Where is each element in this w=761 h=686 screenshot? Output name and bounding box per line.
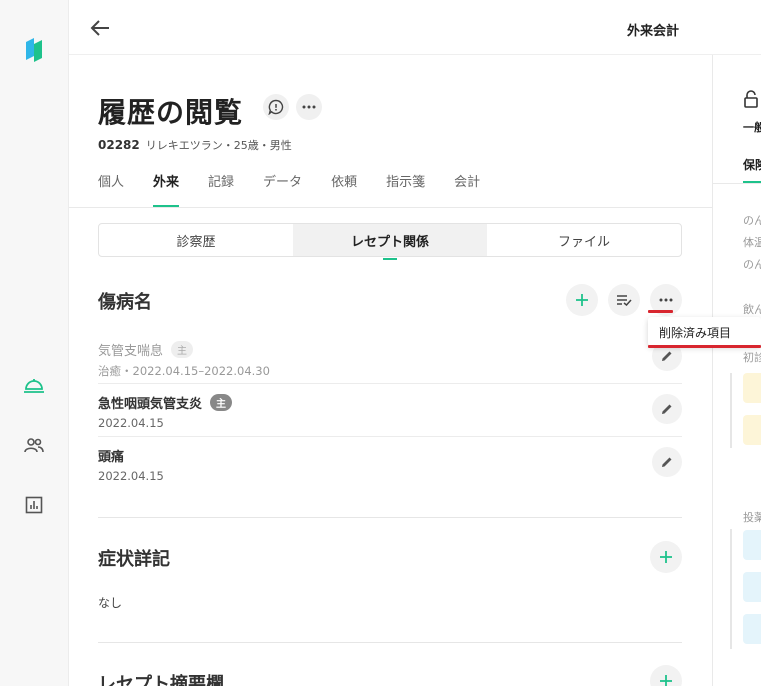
- tab-personal[interactable]: 個人: [98, 171, 124, 207]
- highlight-underline: [648, 310, 673, 313]
- edit-diagnosis-button[interactable]: [652, 394, 682, 424]
- more-horizontal-icon: [302, 105, 316, 109]
- top-bar: 外来会計: [69, 0, 761, 55]
- add-receipt-summary-button[interactable]: [650, 665, 682, 686]
- plus-icon: [660, 551, 672, 563]
- menu-item-deleted-items[interactable]: 削除済み項目: [659, 324, 731, 341]
- segment-receipt[interactable]: レセプト関係: [293, 224, 487, 260]
- diagnosis-row[interactable]: 気管支喘息 主 治癒・2022.04.15–2022.04.30: [98, 331, 682, 384]
- right-panel: 一般 保険 のん 体温 のん 飲ん 初診 投薬: [712, 55, 761, 686]
- diagnosis-more-menu: 削除済み項目: [648, 317, 761, 346]
- primary-badge: 主: [171, 341, 194, 358]
- pencil-icon: [662, 457, 672, 467]
- initial-card[interactable]: [743, 415, 761, 445]
- plus-icon: [660, 675, 672, 686]
- timeline-line: [730, 529, 732, 649]
- diagnosis-name: 気管支喘息 主: [98, 340, 194, 359]
- tab-outpatient[interactable]: 外来: [153, 171, 180, 207]
- timeline-line: [730, 373, 732, 448]
- back-arrow-icon[interactable]: [89, 17, 111, 39]
- tab-instructions[interactable]: 指示箋: [386, 171, 425, 207]
- diagnosis-date: 2022.04.15: [98, 416, 164, 430]
- diagnosis-name: 頭痛: [98, 446, 124, 465]
- medication-card[interactable]: [743, 572, 761, 602]
- header-title: 外来会計: [626, 24, 679, 39]
- diagnosis-date: 治癒・2022.04.15–2022.04.30: [98, 364, 270, 378]
- receipt-summary-title: レセプト摘要欄: [98, 674, 224, 686]
- highlight-underline: [648, 345, 761, 348]
- right-tabs-divider: [713, 183, 761, 184]
- note-line-4: 飲ん: [743, 303, 761, 316]
- tab-insurance[interactable]: 保険: [743, 156, 761, 173]
- diagnosis-name-text: 急性咽頭気管支炎: [98, 397, 203, 412]
- pencil-icon: [662, 404, 672, 414]
- section-divider: [98, 642, 682, 643]
- diagnosis-row[interactable]: 急性咽頭気管支炎 主 2022.04.15: [98, 384, 682, 437]
- tab-records[interactable]: 記録: [208, 171, 234, 207]
- initial-card[interactable]: [743, 373, 761, 403]
- general-label: 一般: [743, 121, 761, 134]
- medication-card[interactable]: [743, 530, 761, 560]
- app-logo-icon: [24, 34, 44, 66]
- patient-id: 02282: [98, 138, 140, 152]
- main-content: 履歴の閲覧 02282 リレキエツラン・25歳・男性 個人 外来 記録 データ 依…: [69, 55, 712, 686]
- app-window: 外来会計 履歴の閲覧 02282 リレキエツラン・25歳・男性 個人 外来 記録 …: [0, 0, 761, 686]
- patients-icon[interactable]: [22, 433, 46, 457]
- diagnosis-name-text: 気管支喘息: [98, 344, 164, 359]
- note-line-3: のん: [743, 258, 761, 271]
- left-rail: [0, 0, 69, 686]
- reception-bell-icon[interactable]: [22, 373, 46, 397]
- sort-diagnosis-button[interactable]: [608, 284, 640, 316]
- medication-label: 投薬: [743, 511, 761, 524]
- patient-details: リレキエツラン・25歳・男性: [145, 139, 292, 152]
- add-diagnosis-button[interactable]: [566, 284, 598, 316]
- segment-files[interactable]: ファイル: [487, 224, 681, 256]
- tab-billing[interactable]: 会計: [454, 171, 480, 207]
- symptoms-value: なし: [98, 596, 123, 610]
- feedback-button[interactable]: [263, 94, 289, 120]
- tabs-divider: [69, 207, 712, 208]
- reports-chart-icon[interactable]: [22, 493, 46, 517]
- note-line-1: のん: [743, 214, 761, 227]
- record-tabs: 個人 外来 記録 データ 依頼 指示箋 会計: [98, 171, 509, 207]
- medication-card[interactable]: [743, 614, 761, 644]
- tab-data[interactable]: データ: [263, 171, 302, 207]
- page-title: 履歴の閲覧: [98, 96, 244, 129]
- pencil-icon: [662, 351, 672, 361]
- symptoms-title: 症状詳記: [98, 549, 170, 570]
- add-symptom-button[interactable]: [650, 541, 682, 573]
- diagnosis-name: 急性咽頭気管支炎 主: [98, 393, 233, 412]
- primary-badge: 主: [210, 394, 233, 411]
- patient-info: 02282 リレキエツラン・25歳・男性: [98, 137, 292, 153]
- note-line-2: 体温: [743, 236, 761, 249]
- plus-icon: [576, 294, 588, 306]
- initial-visit-label: 初診: [743, 351, 761, 364]
- section-divider: [98, 517, 682, 518]
- page-more-button[interactable]: [296, 94, 322, 120]
- diagnosis-name-text: 頭痛: [98, 450, 125, 465]
- list-check-icon: [617, 295, 632, 306]
- speech-alert-icon: [268, 99, 284, 115]
- lock-icon: [744, 90, 758, 112]
- more-horizontal-icon: [659, 298, 673, 302]
- segment-visit-history[interactable]: 診察歴: [99, 224, 293, 256]
- diagnosis-row[interactable]: 頭痛 2022.04.15: [98, 437, 682, 490]
- diagnoses-title: 傷病名: [98, 292, 152, 313]
- diagnosis-date: 2022.04.15: [98, 469, 164, 483]
- segmented-control: 診察歴 レセプト関係 ファイル: [98, 223, 682, 260]
- tab-requests[interactable]: 依頼: [331, 171, 357, 207]
- edit-diagnosis-button[interactable]: [652, 447, 682, 477]
